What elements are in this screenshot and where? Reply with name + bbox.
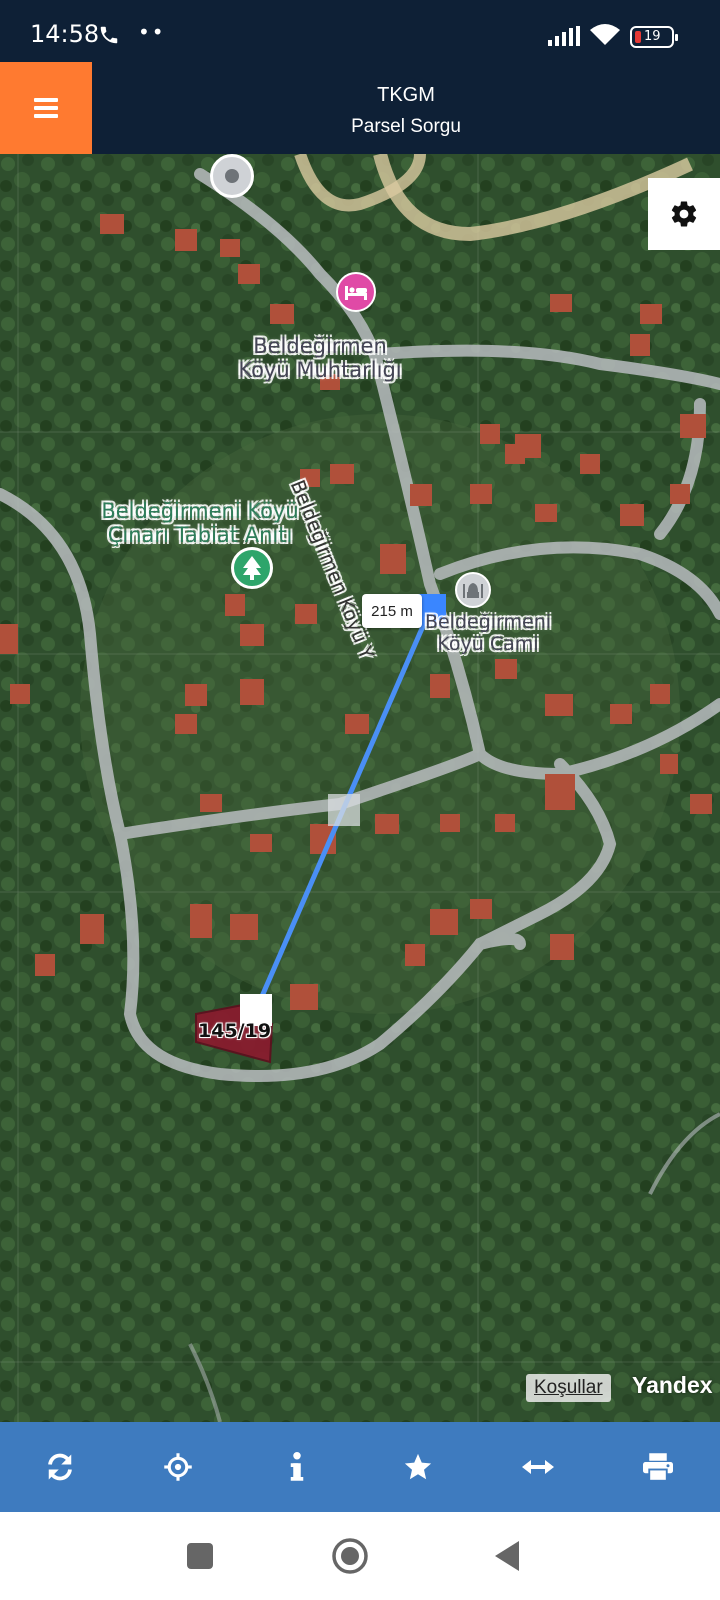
yandex-logo: Yandex bbox=[632, 1372, 713, 1398]
map-label-cami: Beldeğirmeni Köyü Cami bbox=[424, 611, 552, 655]
terms-link[interactable]: Koşullar bbox=[526, 1374, 611, 1402]
status-bar: 14:58 •• 19 bbox=[0, 0, 720, 62]
app-subtitle: Parsel Sorgu bbox=[351, 116, 461, 137]
hamburger-menu-icon bbox=[34, 98, 58, 118]
back-triangle-icon bbox=[495, 1541, 519, 1571]
mosque-pin-icon[interactable] bbox=[455, 572, 491, 608]
battery-level: 19 bbox=[644, 29, 661, 44]
refresh-icon bbox=[48, 1453, 72, 1481]
recents-button[interactable] bbox=[178, 1534, 222, 1578]
signal-icon bbox=[548, 26, 580, 46]
battery-icon: 19 bbox=[630, 26, 678, 48]
star-icon bbox=[404, 1453, 432, 1480]
more-dots-icon: •• bbox=[138, 20, 166, 44]
locate-button[interactable] bbox=[118, 1422, 238, 1512]
menu-button[interactable] bbox=[0, 62, 92, 154]
app-header: TKGM Parsel Sorgu bbox=[0, 62, 720, 154]
measure-button[interactable] bbox=[478, 1422, 598, 1512]
phone-icon bbox=[100, 26, 118, 44]
home-button[interactable] bbox=[328, 1534, 372, 1578]
system-nav-bar bbox=[0, 1512, 720, 1600]
location-pin-icon[interactable] bbox=[210, 154, 254, 198]
distance-label: 215 m bbox=[362, 594, 422, 628]
bottom-toolbar bbox=[0, 1422, 720, 1512]
recents-square-icon bbox=[187, 1543, 213, 1569]
print-button[interactable] bbox=[598, 1422, 718, 1512]
home-circle-icon bbox=[332, 1538, 368, 1574]
arrows-horizontal-icon bbox=[522, 1460, 554, 1474]
info-button[interactable] bbox=[237, 1422, 357, 1512]
settings-button[interactable] bbox=[648, 178, 720, 250]
map-label-muhtarlik: Beldeğirmen Köyü Muhtarlığı bbox=[238, 334, 402, 383]
gear-icon bbox=[671, 201, 697, 227]
back-button[interactable] bbox=[486, 1534, 530, 1578]
tree-pin-icon[interactable] bbox=[231, 547, 273, 589]
crosshair-icon bbox=[164, 1453, 192, 1481]
print-icon bbox=[643, 1453, 673, 1481]
status-time: 14:58 bbox=[30, 20, 100, 48]
app-title: TKGM bbox=[377, 84, 435, 106]
wifi-icon bbox=[590, 24, 620, 45]
hotel-pin-icon[interactable] bbox=[336, 272, 376, 312]
map-label-tabiat-aniti: Beldeğirmeni Köyü Çınarı Tabiat Anıtı bbox=[101, 499, 299, 548]
favorite-button[interactable] bbox=[358, 1422, 478, 1512]
map-view[interactable]: Beldeğirmen Köyü Muhtarlığı Beldeğirmeni… bbox=[0, 154, 720, 1422]
refresh-button[interactable] bbox=[0, 1422, 120, 1512]
parcel-label[interactable]: 145/19 bbox=[198, 1020, 271, 1042]
info-icon bbox=[290, 1452, 304, 1481]
